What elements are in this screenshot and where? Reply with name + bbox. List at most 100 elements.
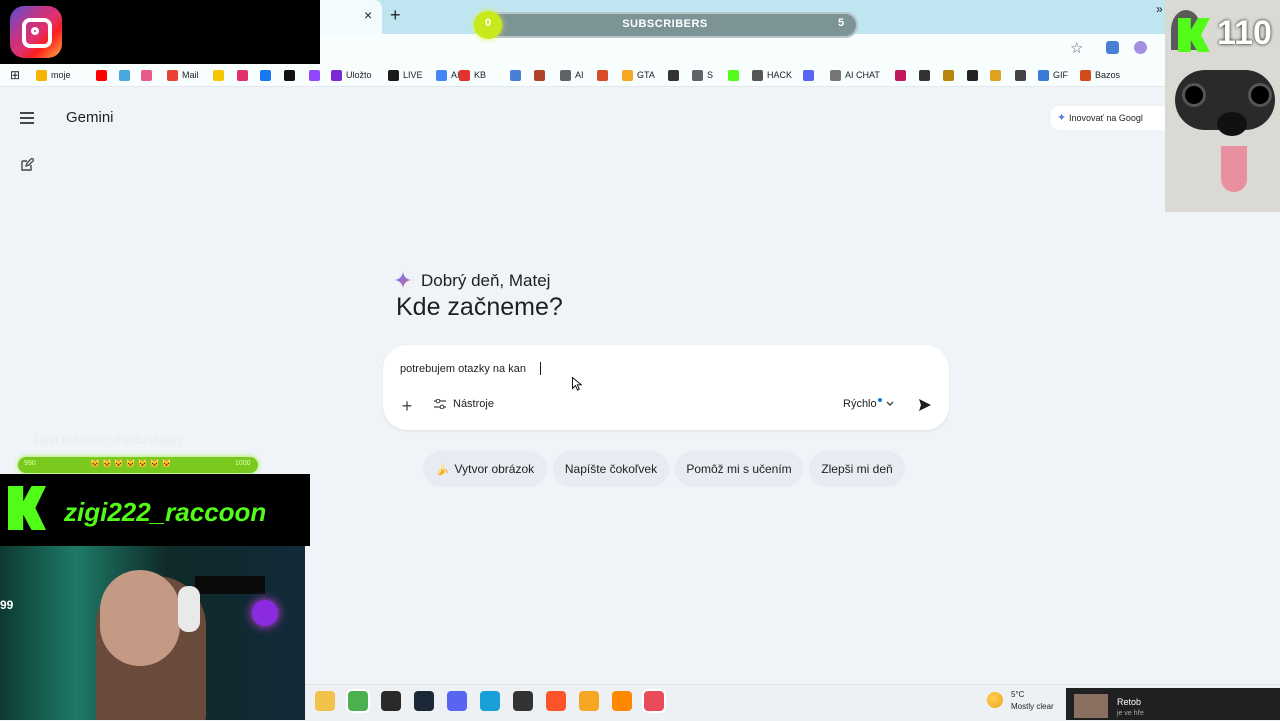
chip-write-anything[interactable]: Napíšte čokoľvek — [553, 451, 669, 487]
bookmark-item[interactable] — [96, 67, 111, 83]
bookmark-label: AI CHAT — [845, 70, 880, 80]
bookmark-item[interactable] — [803, 67, 818, 83]
chip-label: Zlepši mi deň — [821, 462, 893, 476]
bookmark-item[interactable]: Bazos — [1080, 67, 1120, 83]
bookmark-favicon-icon — [668, 69, 679, 81]
steam-icon[interactable] — [414, 691, 434, 711]
bookmark-favicon-icon — [1038, 69, 1049, 81]
edge-icon[interactable] — [480, 691, 500, 711]
bookmark-label: GTA — [637, 70, 655, 80]
active-tab[interactable] — [320, 0, 382, 34]
webcam-feed — [0, 546, 305, 720]
new-chat-icon[interactable] — [20, 158, 34, 172]
davinci-icon[interactable] — [513, 691, 533, 711]
bookmark-item[interactable] — [943, 67, 958, 83]
prompt-composer — [383, 345, 949, 430]
bookmark-favicon-icon — [237, 69, 248, 81]
tools-button[interactable]: Nástroje — [434, 398, 494, 410]
bookmark-item[interactable] — [119, 67, 134, 83]
streamer-name: zigi222_raccoon — [64, 497, 267, 527]
bookmark-item[interactable] — [895, 67, 910, 83]
extension-translate-icon[interactable] — [1106, 41, 1119, 54]
bookmark-item[interactable] — [1015, 67, 1030, 83]
bookmark-label: HACK — [767, 70, 793, 80]
bookmark-favicon-icon — [692, 69, 703, 81]
bookmark-favicon-icon — [36, 69, 47, 81]
notification-title: Retob — [1117, 697, 1142, 707]
bookmark-item[interactable]: AI CHAT — [830, 67, 880, 83]
bookmark-item[interactable] — [510, 67, 525, 83]
avatar — [1074, 694, 1108, 718]
bookmark-item[interactable]: KB — [459, 67, 486, 83]
apps-grid-icon[interactable]: ⊞ — [10, 67, 20, 83]
chip-label: Napíšte čokoľvek — [564, 462, 658, 476]
bookmark-item[interactable]: Uložto — [331, 67, 372, 83]
extension-icon[interactable] — [1134, 41, 1147, 54]
bookmark-item[interactable] — [990, 67, 1005, 83]
bookmark-item[interactable] — [213, 67, 228, 83]
chrome-icon[interactable] — [348, 691, 368, 711]
bookmark-favicon-icon — [96, 69, 107, 81]
bookmark-item[interactable]: moje — [36, 67, 71, 83]
bookmark-label: AI — [575, 70, 584, 80]
bookmark-star-icon[interactable]: ☆ — [1070, 39, 1083, 57]
upgrade-button[interactable]: ✦ Inovovať na Googl — [1051, 106, 1181, 130]
bookmark-item[interactable]: GTA — [622, 67, 655, 83]
gemini-sparkle-icon — [394, 271, 412, 289]
obs-window-icon[interactable] — [644, 691, 664, 711]
bookmark-label: GIF — [1053, 70, 1068, 80]
bookmark-item[interactable]: AI — [560, 67, 584, 83]
bookmark-favicon-icon — [510, 69, 521, 81]
bookmark-item[interactable] — [309, 67, 324, 83]
follower-goal-min: 990 — [24, 460, 36, 467]
bookmark-item[interactable]: AI — [436, 67, 460, 83]
bookmark-item[interactable] — [237, 67, 252, 83]
bookmark-item[interactable] — [597, 67, 612, 83]
bookmark-item[interactable]: S — [692, 67, 713, 83]
sparkle-icon: ✦ — [1057, 112, 1067, 124]
chip-help-learn[interactable]: Pomôž mi s učením — [675, 451, 803, 487]
bookmark-label: S — [707, 70, 714, 80]
bookmark-favicon-icon — [967, 69, 978, 81]
epic-games-icon[interactable] — [381, 691, 401, 711]
file-explorer-icon[interactable] — [315, 691, 335, 711]
bookmark-item[interactable] — [284, 67, 299, 83]
new-tab-button[interactable]: + — [390, 5, 401, 26]
bookmark-item[interactable]: HACK — [752, 67, 792, 83]
mouse-cursor-icon — [572, 377, 582, 391]
bookmark-item[interactable] — [141, 67, 156, 83]
bookmark-item[interactable] — [260, 67, 275, 83]
add-attachment-button[interactable]: + — [399, 396, 415, 417]
bookmarks-more-icon[interactable]: » — [1156, 2, 1163, 16]
model-label: Rýchlo — [843, 398, 877, 410]
send-icon[interactable] — [917, 397, 933, 413]
bookmark-item[interactable]: LIVE — [388, 67, 423, 83]
bookmark-item[interactable] — [967, 67, 982, 83]
bookmark-item[interactable]: GIF — [1038, 67, 1068, 83]
model-selector[interactable]: Rýchlo — [843, 398, 894, 410]
bookmark-item[interactable] — [668, 67, 683, 83]
bookmark-label: KB — [474, 70, 487, 80]
prompt-input[interactable] — [400, 360, 920, 378]
bookmark-item[interactable] — [728, 67, 743, 83]
chip-label: Vytvor obrázok — [454, 462, 535, 476]
app-orange-icon[interactable] — [579, 691, 599, 711]
bookmark-item[interactable]: Mail — [167, 67, 199, 83]
close-tab-icon[interactable]: × — [364, 7, 372, 23]
main-menu-icon[interactable] — [20, 110, 34, 127]
follower-goal-icons: 🐱🐱🐱🐱🐱🐱🐱 — [90, 459, 174, 468]
bookmark-item[interactable] — [534, 67, 549, 83]
discord-icon[interactable] — [447, 691, 467, 711]
bookmark-favicon-icon — [213, 69, 224, 81]
bookmark-label: Uložto — [346, 70, 372, 80]
weather-moon-icon[interactable] — [987, 692, 1003, 708]
bookmark-item[interactable] — [919, 67, 934, 83]
chip-improve-day[interactable]: Zlepši mi deň — [809, 451, 905, 487]
chip-create-image[interactable]: 🍌 Vytvor obrázok — [423, 451, 547, 487]
text-caret — [540, 362, 541, 375]
bookmark-label: moje — [51, 70, 71, 80]
upgrade-label: Inovovať na Googl — [1069, 113, 1143, 123]
brave-icon[interactable] — [546, 691, 566, 711]
bookmark-label: Mail — [182, 70, 199, 80]
vlc-icon[interactable] — [612, 691, 632, 711]
